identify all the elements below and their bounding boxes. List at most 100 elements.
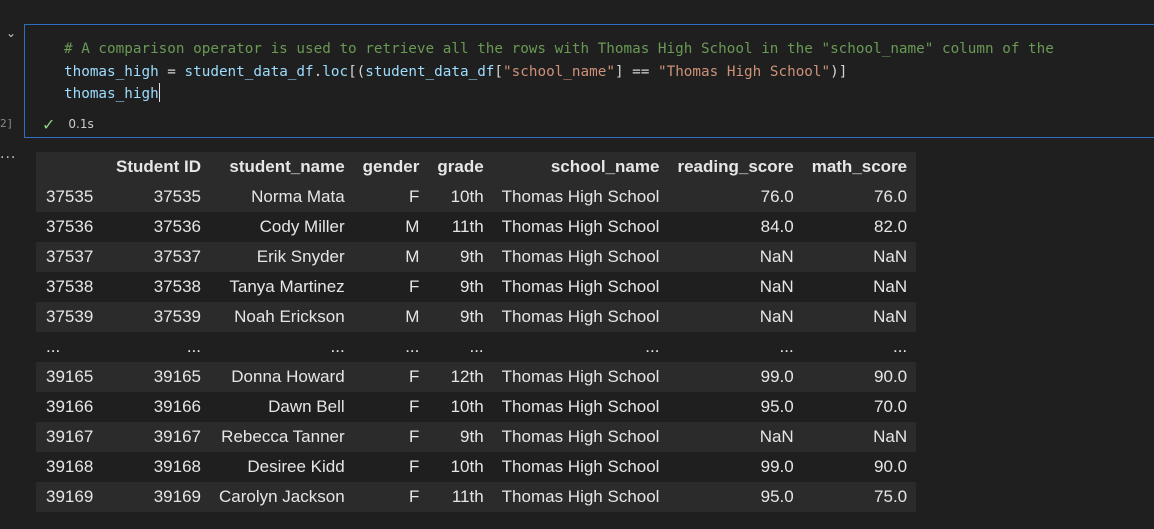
- table-cell: Thomas High School: [501, 397, 660, 416]
- table-cell: Thomas High School: [501, 217, 660, 236]
- code-token: thomas_high: [64, 86, 159, 102]
- table-cell: 9th: [460, 427, 484, 446]
- table-cell: 11th: [451, 217, 484, 236]
- table-cell: ...: [405, 337, 420, 356]
- table-cell: Thomas High School: [501, 307, 660, 326]
- table-cell: NaN: [759, 247, 794, 266]
- table-cell: NaN: [873, 307, 908, 326]
- code-cell[interactable]: # A comparison operator is used to retri…: [24, 24, 1154, 138]
- table-cell: Thomas High School: [501, 487, 660, 506]
- table-cell: F: [408, 487, 420, 506]
- cell-output: Student ID student_name gender grade school_…: [36, 152, 917, 512]
- code-token: "school_name": [503, 63, 615, 80]
- table-cell: 99.0: [760, 367, 794, 386]
- code-token: ] ==: [614, 63, 658, 80]
- table-cell: 10th: [450, 397, 484, 416]
- index-header: [36, 152, 107, 182]
- collapse-chevron-icon[interactable]: ⌄: [4, 26, 18, 40]
- table-cell: M: [405, 217, 420, 236]
- table-cell: 39169: [153, 487, 201, 506]
- row-index: 37536: [46, 217, 94, 236]
- table-cell: Carolyn Jackson: [219, 487, 345, 506]
- table-cell: 39166: [153, 397, 201, 416]
- table-cell: 76.0: [874, 187, 908, 206]
- table-cell: ...: [779, 337, 794, 356]
- table-cell: 37539: [153, 307, 201, 326]
- table-row: 37539 37539 Noah Erickson M 9th Thomas High S…: [36, 302, 917, 332]
- code-token: )]: [830, 63, 848, 80]
- table-cell: F: [408, 367, 420, 386]
- code-token: # A comparison operator is used to retri…: [64, 41, 1054, 57]
- column-header: grade: [428, 152, 493, 182]
- table-cell: Erik Snyder: [256, 247, 345, 266]
- code-token: [: [494, 63, 504, 80]
- table-row: 39168 39168 Desiree Kidd F 10th Thomas High S…: [36, 452, 917, 482]
- table-row: 37537 37537 Erik Snyder M 9th Thomas High Sch…: [36, 242, 917, 272]
- table-cell: 39167: [153, 427, 201, 446]
- table-cell: 90.0: [874, 367, 908, 386]
- table-cell: ...: [186, 337, 201, 356]
- text-cursor: [158, 83, 160, 102]
- row-index: ...: [46, 337, 61, 356]
- table-cell: 95.0: [760, 487, 794, 506]
- table-cell: 95.0: [760, 397, 794, 416]
- check-icon: ✓: [42, 114, 56, 134]
- table-row: 37538 37538 Tanya Martinez F 9th Thomas High …: [36, 272, 917, 302]
- row-index: 39169: [46, 487, 94, 506]
- table-cell: NaN: [873, 277, 908, 296]
- code-line: thomas_high = student_data_df.loc[(stude…: [64, 61, 1054, 84]
- code-line: # A comparison operator is used to retri…: [64, 38, 1054, 61]
- table-cell: 12th: [450, 367, 484, 386]
- table-cell: Thomas High School: [501, 277, 660, 296]
- table-cell: 84.0: [760, 217, 794, 236]
- table-cell: F: [408, 397, 420, 416]
- table-row: 37536 37536 Cody Miller M 11th Thomas High Sc…: [36, 212, 917, 242]
- table-cell: ...: [645, 337, 660, 356]
- table-cell: 9th: [460, 247, 484, 266]
- table-cell: 37536: [153, 217, 201, 236]
- table-cell: NaN: [759, 427, 794, 446]
- column-header: math_score: [802, 152, 917, 182]
- column-header: Student ID: [107, 152, 210, 182]
- row-index: 37537: [46, 247, 94, 266]
- table-row: 39166 39166 Dawn Bell F 10th Thomas High Scho…: [36, 392, 917, 422]
- output-menu-icon[interactable]: ...: [0, 146, 16, 162]
- code-editor[interactable]: # A comparison operator is used to retri…: [64, 38, 1054, 106]
- table-cell: Thomas High School: [501, 247, 660, 266]
- table-cell: 37538: [153, 277, 201, 296]
- table-cell: 9th: [460, 307, 484, 326]
- table-cell: NaN: [873, 427, 908, 446]
- code-token: student_data_df: [184, 63, 314, 80]
- table-row: 37535 37535 Norma Mata F 10th Thomas High Sch…: [36, 182, 917, 212]
- table-row: 39165 39165 Donna Howard F 12th Thomas High S…: [36, 362, 917, 392]
- table-cell: Donna Howard: [231, 367, 345, 386]
- dataframe-table: Student ID student_name gender grade school_…: [36, 152, 917, 512]
- code-token: =: [158, 63, 185, 80]
- table-cell: Tanya Martinez: [229, 277, 345, 296]
- table-cell: NaN: [759, 307, 794, 326]
- table-cell: 39168: [153, 457, 201, 476]
- table-row: 39169 39169 Carolyn Jackson F 11th Thomas Hig…: [36, 482, 917, 512]
- table-cell: F: [408, 277, 420, 296]
- table-cell: 10th: [450, 187, 484, 206]
- table-cell: 37537: [153, 247, 201, 266]
- table-cell: 82.0: [874, 217, 908, 236]
- code-token: "Thomas High School": [657, 63, 831, 80]
- code-token: [(: [348, 63, 366, 80]
- row-index: 37539: [46, 307, 94, 326]
- row-index: 39165: [46, 367, 94, 386]
- table-header-row: Student ID student_name gender grade school_…: [36, 152, 917, 182]
- table-cell: 11th: [451, 487, 484, 506]
- column-header: gender: [353, 152, 429, 182]
- row-index: 39168: [46, 457, 94, 476]
- row-index: 37535: [46, 187, 94, 206]
- table-cell: Rebecca Tanner: [221, 427, 345, 446]
- table-cell: NaN: [873, 247, 908, 266]
- table-cell: 39165: [153, 367, 201, 386]
- execution-status: ✓ 0.1s: [42, 114, 94, 134]
- table-cell: Thomas High School: [501, 457, 660, 476]
- table-cell: Dawn Bell: [268, 397, 345, 416]
- table-cell: NaN: [759, 277, 794, 296]
- table-cell: M: [405, 247, 420, 266]
- code-token: .: [313, 63, 323, 80]
